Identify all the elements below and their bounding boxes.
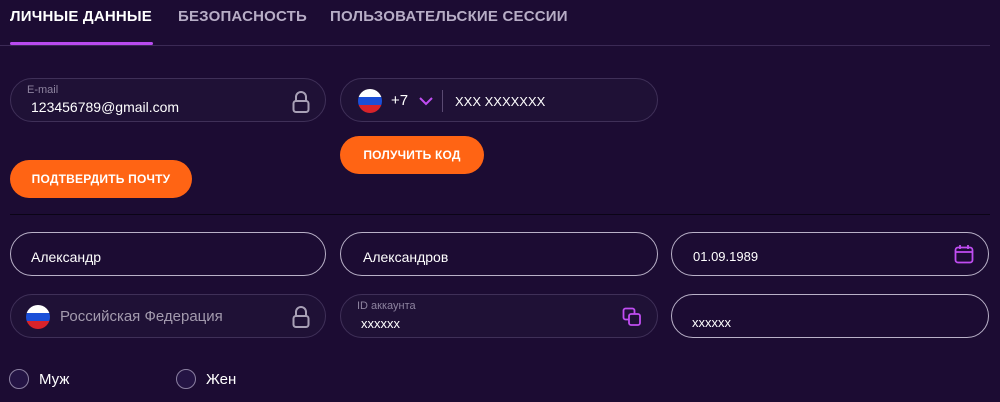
last-name-field[interactable]: Александров xyxy=(340,232,658,276)
gender-male-radio[interactable] xyxy=(9,369,29,389)
russia-flag-icon xyxy=(26,305,50,329)
gender-female-label[interactable]: Жен xyxy=(206,371,236,388)
extra-field[interactable]: xxxxxx xyxy=(671,294,989,338)
get-code-button[interactable]: ПОЛУЧИТЬ КОД xyxy=(340,136,484,174)
first-name-value: Александр xyxy=(31,249,102,265)
tabs-bar: ЛИЧНЫЕ ДАННЫЕ БЕЗОПАСНОСТЬ ПОЛЬЗОВАТЕЛЬС… xyxy=(0,0,990,46)
account-id-field[interactable]: ID аккаунта xxxxxx xyxy=(340,294,658,338)
country-field[interactable]: Российская Федерация xyxy=(10,294,326,338)
lock-icon xyxy=(292,91,310,113)
chevron-down-icon[interactable] xyxy=(419,96,433,106)
extra-field-value: xxxxxx xyxy=(692,315,731,330)
account-id-value: xxxxxx xyxy=(361,316,400,331)
lock-icon xyxy=(292,306,310,328)
last-name-value: Александров xyxy=(363,249,449,265)
active-tab-indicator xyxy=(10,42,153,45)
email-field[interactable]: E-mail 123456789@gmail.com xyxy=(10,78,326,122)
section-divider xyxy=(10,214,990,215)
phone-field[interactable]: +7 XXX XXXXXXX xyxy=(340,78,658,122)
gender-female-radio[interactable] xyxy=(176,369,196,389)
tab-security[interactable]: БЕЗОПАСНОСТЬ xyxy=(178,8,307,25)
phone-country-code[interactable]: +7 xyxy=(391,92,408,109)
tab-user-sessions[interactable]: ПОЛЬЗОВАТЕЛЬСКИЕ СЕССИИ xyxy=(330,8,568,25)
account-id-label: ID аккаунта xyxy=(357,300,416,312)
tab-personal-data[interactable]: ЛИЧНЫЕ ДАННЫЕ xyxy=(10,8,152,25)
email-value: 123456789@gmail.com xyxy=(31,99,180,115)
calendar-icon[interactable] xyxy=(954,244,974,264)
birth-date-field[interactable]: 01.09.1989 xyxy=(671,232,989,276)
phone-separator xyxy=(442,90,443,112)
copy-icon[interactable] xyxy=(622,307,642,327)
country-value: Российская Федерация xyxy=(60,308,223,325)
birth-date-value: 01.09.1989 xyxy=(693,249,759,264)
russia-flag-icon xyxy=(358,89,382,113)
confirm-email-button[interactable]: ПОДТВЕРДИТЬ ПОЧТУ xyxy=(10,160,192,198)
phone-number-value: XXX XXXXXXX xyxy=(455,94,546,109)
email-label: E-mail xyxy=(27,84,59,96)
gender-male-label[interactable]: Муж xyxy=(39,371,69,388)
first-name-field[interactable]: Александр xyxy=(10,232,326,276)
